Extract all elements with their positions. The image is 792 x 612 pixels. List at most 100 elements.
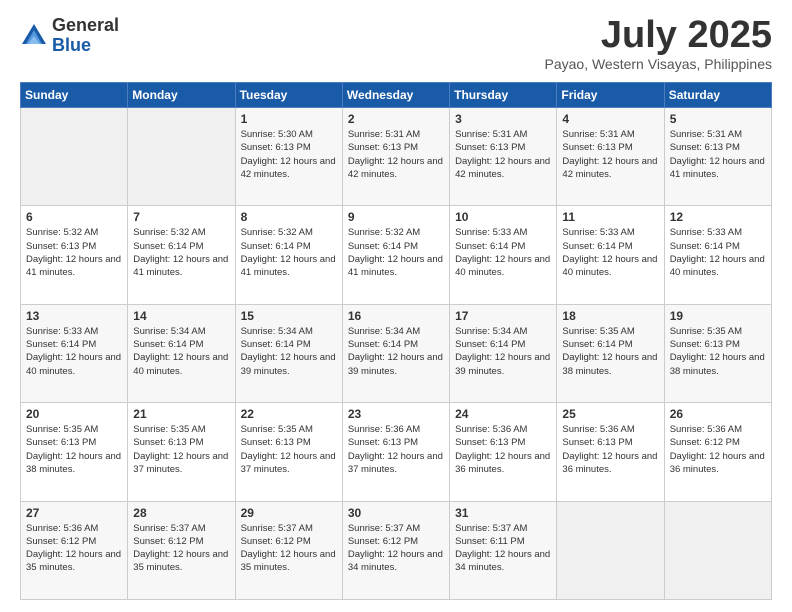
day-info: Sunrise: 5:32 AMSunset: 6:14 PMDaylight:…: [348, 226, 444, 279]
table-row: 15 Sunrise: 5:34 AMSunset: 6:14 PMDayligh…: [235, 304, 342, 402]
table-row: 24 Sunrise: 5:36 AMSunset: 6:13 PMDayligh…: [450, 403, 557, 501]
calendar-week-row: 1 Sunrise: 5:30 AMSunset: 6:13 PMDaylight…: [21, 108, 772, 206]
day-number: 15: [241, 309, 337, 323]
day-info: Sunrise: 5:35 AMSunset: 6:13 PMDaylight:…: [26, 423, 122, 476]
day-info: Sunrise: 5:34 AMSunset: 6:14 PMDaylight:…: [455, 325, 551, 378]
subtitle: Payao, Western Visayas, Philippines: [545, 56, 773, 72]
table-row: 16 Sunrise: 5:34 AMSunset: 6:14 PMDayligh…: [342, 304, 449, 402]
day-info: Sunrise: 5:35 AMSunset: 6:13 PMDaylight:…: [670, 325, 766, 378]
table-row: 19 Sunrise: 5:35 AMSunset: 6:13 PMDayligh…: [664, 304, 771, 402]
calendar-week-row: 13 Sunrise: 5:33 AMSunset: 6:14 PMDayligh…: [21, 304, 772, 402]
title-block: July 2025 Payao, Western Visayas, Philip…: [545, 16, 773, 72]
day-number: 7: [133, 210, 229, 224]
table-row: [21, 108, 128, 206]
day-info: Sunrise: 5:31 AMSunset: 6:13 PMDaylight:…: [562, 128, 658, 181]
day-info: Sunrise: 5:34 AMSunset: 6:14 PMDaylight:…: [241, 325, 337, 378]
table-row: 25Sunrise: 5:36 AMSunset: 6:13 PMDayligh…: [557, 403, 664, 501]
table-row: [664, 501, 771, 599]
day-info: Sunrise: 5:33 AMSunset: 6:14 PMDaylight:…: [26, 325, 122, 378]
day-number: 24: [455, 407, 551, 421]
day-number: 8: [241, 210, 337, 224]
table-row: 31 Sunrise: 5:37 AMSunset: 6:11 PMDayligh…: [450, 501, 557, 599]
page: General Blue July 2025 Payao, Western Vi…: [0, 0, 792, 612]
logo-icon: [20, 22, 48, 50]
day-info: Sunrise: 5:33 AMSunset: 6:14 PMDaylight:…: [670, 226, 766, 279]
calendar-week-row: 27Sunrise: 5:36 AMSunset: 6:12 PMDayligh…: [21, 501, 772, 599]
day-number: 1: [241, 112, 337, 126]
table-row: 1 Sunrise: 5:30 AMSunset: 6:13 PMDaylight…: [235, 108, 342, 206]
day-number: 4: [562, 112, 658, 126]
table-row: [128, 108, 235, 206]
day-number: 19: [670, 309, 766, 323]
table-row: 10Sunrise: 5:33 AMSunset: 6:14 PMDayligh…: [450, 206, 557, 304]
day-number: 31: [455, 506, 551, 520]
col-tuesday: Tuesday: [235, 83, 342, 108]
col-sunday: Sunday: [21, 83, 128, 108]
col-saturday: Saturday: [664, 83, 771, 108]
table-row: 23Sunrise: 5:36 AMSunset: 6:13 PMDayligh…: [342, 403, 449, 501]
day-info: Sunrise: 5:31 AMSunset: 6:13 PMDaylight:…: [455, 128, 551, 181]
table-row: 13 Sunrise: 5:33 AMSunset: 6:14 PMDayligh…: [21, 304, 128, 402]
day-info: Sunrise: 5:37 AMSunset: 6:11 PMDaylight:…: [455, 522, 551, 575]
day-info: Sunrise: 5:36 AMSunset: 6:12 PMDaylight:…: [26, 522, 122, 575]
table-row: 12Sunrise: 5:33 AMSunset: 6:14 PMDayligh…: [664, 206, 771, 304]
table-row: 5 Sunrise: 5:31 AMSunset: 6:13 PMDaylight…: [664, 108, 771, 206]
day-number: 28: [133, 506, 229, 520]
day-number: 20: [26, 407, 122, 421]
day-info: Sunrise: 5:34 AMSunset: 6:14 PMDaylight:…: [348, 325, 444, 378]
table-row: 11 Sunrise: 5:33 AMSunset: 6:14 PMDayligh…: [557, 206, 664, 304]
day-number: 21: [133, 407, 229, 421]
day-number: 16: [348, 309, 444, 323]
logo: General Blue: [20, 16, 119, 56]
day-info: Sunrise: 5:32 AMSunset: 6:13 PMDaylight:…: [26, 226, 122, 279]
col-wednesday: Wednesday: [342, 83, 449, 108]
day-number: 10: [455, 210, 551, 224]
day-info: Sunrise: 5:31 AMSunset: 6:13 PMDaylight:…: [670, 128, 766, 181]
day-number: 3: [455, 112, 551, 126]
table-row: 14Sunrise: 5:34 AMSunset: 6:14 PMDayligh…: [128, 304, 235, 402]
table-row: 2Sunrise: 5:31 AMSunset: 6:13 PMDaylight…: [342, 108, 449, 206]
table-row: 17 Sunrise: 5:34 AMSunset: 6:14 PMDayligh…: [450, 304, 557, 402]
table-row: 28 Sunrise: 5:37 AMSunset: 6:12 PMDayligh…: [128, 501, 235, 599]
table-row: 21 Sunrise: 5:35 AMSunset: 6:13 PMDayligh…: [128, 403, 235, 501]
day-info: Sunrise: 5:33 AMSunset: 6:14 PMDaylight:…: [562, 226, 658, 279]
table-row: 7Sunrise: 5:32 AMSunset: 6:14 PMDaylight…: [128, 206, 235, 304]
day-number: 18: [562, 309, 658, 323]
day-info: Sunrise: 5:36 AMSunset: 6:13 PMDaylight:…: [455, 423, 551, 476]
calendar-week-row: 20 Sunrise: 5:35 AMSunset: 6:13 PMDayligh…: [21, 403, 772, 501]
day-number: 13: [26, 309, 122, 323]
day-number: 22: [241, 407, 337, 421]
table-row: 29 Sunrise: 5:37 AMSunset: 6:12 PMDayligh…: [235, 501, 342, 599]
col-thursday: Thursday: [450, 83, 557, 108]
table-row: 20 Sunrise: 5:35 AMSunset: 6:13 PMDayligh…: [21, 403, 128, 501]
day-number: 29: [241, 506, 337, 520]
calendar-table: Sunday Monday Tuesday Wednesday Thursday…: [20, 82, 772, 600]
calendar-header-row: Sunday Monday Tuesday Wednesday Thursday…: [21, 83, 772, 108]
table-row: 22 Sunrise: 5:35 AMSunset: 6:13 PMDayligh…: [235, 403, 342, 501]
day-info: Sunrise: 5:37 AMSunset: 6:12 PMDaylight:…: [348, 522, 444, 575]
day-number: 25: [562, 407, 658, 421]
table-row: 26Sunrise: 5:36 AMSunset: 6:12 PMDayligh…: [664, 403, 771, 501]
day-info: Sunrise: 5:32 AMSunset: 6:14 PMDaylight:…: [241, 226, 337, 279]
day-number: 17: [455, 309, 551, 323]
day-info: Sunrise: 5:37 AMSunset: 6:12 PMDaylight:…: [133, 522, 229, 575]
day-info: Sunrise: 5:35 AMSunset: 6:13 PMDaylight:…: [241, 423, 337, 476]
table-row: 18 Sunrise: 5:35 AMSunset: 6:14 PMDayligh…: [557, 304, 664, 402]
table-row: 27Sunrise: 5:36 AMSunset: 6:12 PMDayligh…: [21, 501, 128, 599]
table-row: 8 Sunrise: 5:32 AMSunset: 6:14 PMDaylight…: [235, 206, 342, 304]
header: General Blue July 2025 Payao, Western Vi…: [20, 16, 772, 72]
day-info: Sunrise: 5:30 AMSunset: 6:13 PMDaylight:…: [241, 128, 337, 181]
day-info: Sunrise: 5:35 AMSunset: 6:13 PMDaylight:…: [133, 423, 229, 476]
calendar-week-row: 6 Sunrise: 5:32 AMSunset: 6:13 PMDaylight…: [21, 206, 772, 304]
day-number: 14: [133, 309, 229, 323]
table-row: 4 Sunrise: 5:31 AMSunset: 6:13 PMDaylight…: [557, 108, 664, 206]
day-info: Sunrise: 5:37 AMSunset: 6:12 PMDaylight:…: [241, 522, 337, 575]
day-number: 5: [670, 112, 766, 126]
day-number: 11: [562, 210, 658, 224]
day-info: Sunrise: 5:35 AMSunset: 6:14 PMDaylight:…: [562, 325, 658, 378]
day-info: Sunrise: 5:31 AMSunset: 6:13 PMDaylight:…: [348, 128, 444, 181]
col-monday: Monday: [128, 83, 235, 108]
day-number: 6: [26, 210, 122, 224]
table-row: 6 Sunrise: 5:32 AMSunset: 6:13 PMDaylight…: [21, 206, 128, 304]
day-number: 26: [670, 407, 766, 421]
